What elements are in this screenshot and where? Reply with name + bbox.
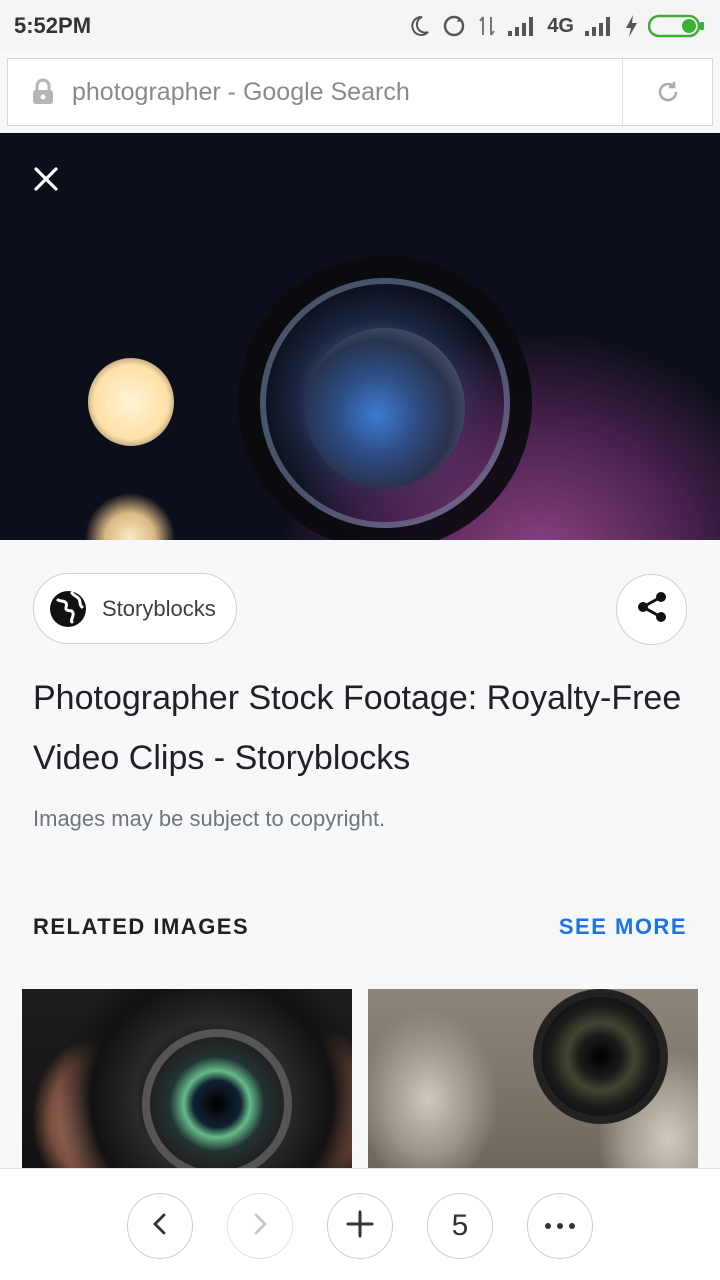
see-more-link[interactable]: SEE MORE xyxy=(559,914,687,940)
tab-count: 5 xyxy=(451,1209,469,1242)
moon-icon xyxy=(407,14,431,38)
status-time: 5:52PM xyxy=(14,13,92,38)
battery-icon xyxy=(648,13,706,39)
signal-icon xyxy=(584,15,614,37)
related-image-thumbnail[interactable] xyxy=(22,989,352,1169)
globe-icon xyxy=(48,589,88,629)
url-text[interactable]: photographer - Google Search xyxy=(72,78,622,107)
status-icons: 4G xyxy=(407,13,706,39)
forward-button[interactable] xyxy=(227,1193,293,1259)
menu-button[interactable] xyxy=(527,1193,593,1259)
source-chip[interactable]: Storyblocks xyxy=(33,573,237,644)
tab-switcher-button[interactable]: 5 xyxy=(427,1193,493,1259)
bottom-nav-bar: 5 xyxy=(0,1168,720,1280)
result-title[interactable]: Photographer Stock Footage: Royalty-Free… xyxy=(33,668,683,788)
preview-image xyxy=(0,133,720,540)
more-dots-icon xyxy=(544,1217,576,1235)
chevron-left-icon xyxy=(148,1212,172,1241)
back-button[interactable] xyxy=(127,1193,193,1259)
close-icon[interactable] xyxy=(22,155,70,203)
signal-icon xyxy=(507,15,537,37)
sync-icon xyxy=(441,13,467,39)
copyright-notice: Images may be subject to copyright. xyxy=(33,806,386,831)
bokeh-light xyxy=(88,358,174,446)
charging-icon xyxy=(624,14,638,38)
new-tab-button[interactable] xyxy=(327,1193,393,1259)
lens-ring xyxy=(142,1029,292,1169)
share-icon xyxy=(635,590,669,629)
data-arrows-icon xyxy=(477,14,497,38)
lock-icon xyxy=(28,77,58,107)
reload-icon[interactable] xyxy=(622,59,712,125)
related-images-header: RELATED IMAGES xyxy=(33,914,250,939)
url-bar[interactable]: photographer - Google Search xyxy=(7,58,713,126)
source-name: Storyblocks xyxy=(102,595,216,621)
chevron-right-icon xyxy=(248,1212,272,1241)
share-button[interactable] xyxy=(616,574,687,645)
status-bar: 5:52PM 4G xyxy=(0,0,720,52)
related-image-thumbnail[interactable] xyxy=(368,989,698,1169)
plus-icon xyxy=(346,1210,374,1243)
lens-glass xyxy=(305,328,465,488)
network-type: 4G xyxy=(547,14,574,37)
lens-ring xyxy=(533,989,668,1124)
